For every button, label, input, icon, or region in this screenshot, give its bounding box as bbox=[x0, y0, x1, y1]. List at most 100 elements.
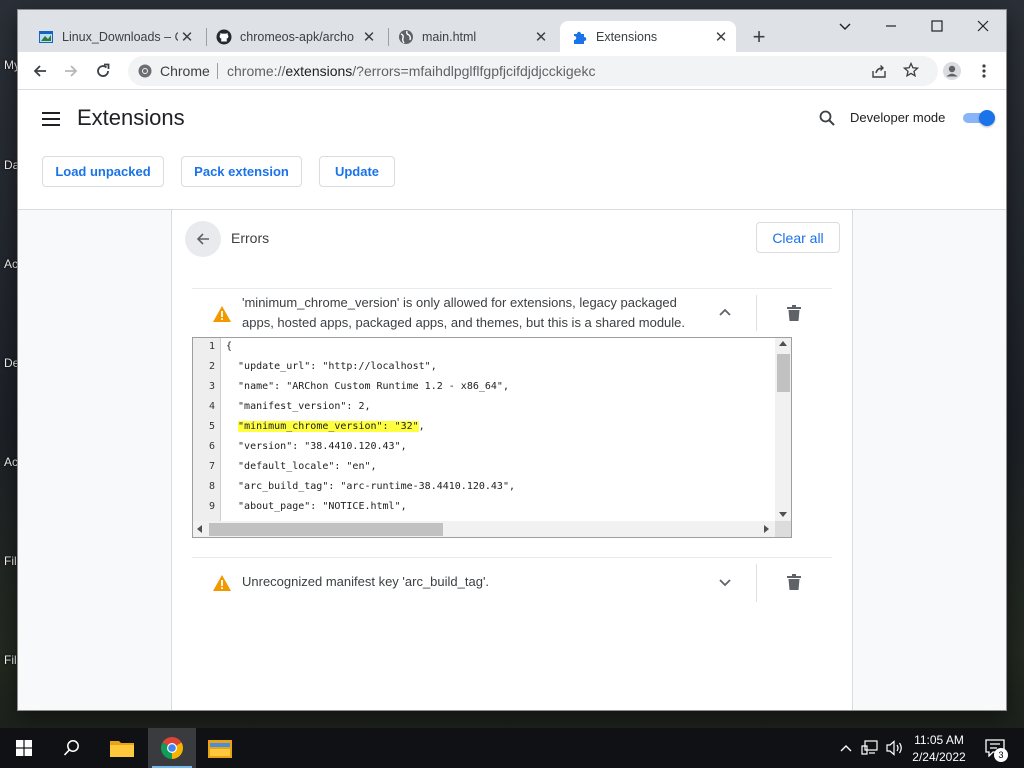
network-button[interactable] bbox=[858, 728, 882, 768]
error-message: Unrecognized manifest key 'arc_build_tag… bbox=[242, 574, 490, 589]
desktop-label[interactable]: Fil bbox=[4, 653, 17, 667]
volume-button[interactable] bbox=[884, 728, 906, 768]
scroll-thumb[interactable] bbox=[209, 523, 443, 536]
chevron-up-icon bbox=[840, 745, 852, 752]
tab-search-button[interactable] bbox=[822, 10, 868, 42]
hamburger-menu-icon[interactable] bbox=[42, 112, 60, 126]
expand-error-button[interactable] bbox=[717, 574, 733, 590]
line-number: 7 bbox=[208, 461, 215, 472]
scroll-left-arrow-icon[interactable] bbox=[197, 525, 202, 533]
search-button[interactable] bbox=[48, 728, 96, 768]
collapse-error-button[interactable] bbox=[717, 305, 733, 321]
new-tab-button[interactable]: + bbox=[746, 24, 772, 50]
windows-taskbar: 11:05 AM 2/24/2022 3 bbox=[0, 728, 1024, 768]
delete-error-button[interactable] bbox=[787, 305, 801, 321]
forward-button[interactable] bbox=[58, 58, 84, 84]
chrome-logo-icon bbox=[138, 64, 152, 83]
line-number: 6 bbox=[208, 441, 215, 452]
action-center-button[interactable]: 3 bbox=[980, 728, 1010, 768]
close-window-button[interactable] bbox=[960, 10, 1006, 42]
scroll-right-arrow-icon[interactable] bbox=[764, 525, 769, 533]
trash-icon bbox=[787, 574, 801, 590]
code-line: "about_page": "NOTICE.html", bbox=[226, 501, 407, 512]
back-button[interactable] bbox=[27, 58, 53, 84]
tab-main-html[interactable]: main.html ✕ bbox=[390, 21, 556, 52]
folder-icon bbox=[110, 741, 134, 757]
desktop-label[interactable]: Ac bbox=[4, 257, 18, 271]
code-line: "name": "ARChon Custom Runtime 1.2 - x86… bbox=[226, 381, 509, 392]
divider bbox=[756, 564, 757, 602]
line-number: 1 bbox=[208, 341, 215, 352]
show-hidden-icons-button[interactable] bbox=[836, 728, 856, 768]
minimize-icon bbox=[886, 25, 896, 27]
code-line: "default_locale": "en", bbox=[226, 461, 377, 472]
kebab-menu-icon bbox=[982, 64, 986, 78]
errors-heading: Errors bbox=[231, 230, 270, 246]
manifest-code-viewer[interactable]: 1 {2 "update_url": "http://localhost", 3 "… bbox=[192, 337, 792, 538]
scroll-up-arrow-icon[interactable] bbox=[779, 341, 787, 346]
desktop-label[interactable]: Ac bbox=[4, 455, 18, 469]
tab-title: chromeos-apk/archo bbox=[240, 29, 354, 44]
back-to-extension-button[interactable] bbox=[185, 221, 221, 257]
tab-title: main.html bbox=[422, 29, 477, 44]
minimize-button[interactable] bbox=[868, 10, 914, 42]
tab-chromeos-apk[interactable]: chromeos-apk/archo ✕ bbox=[208, 21, 384, 52]
maximize-icon bbox=[931, 20, 943, 32]
url-prefix: chrome:// bbox=[227, 63, 286, 79]
pack-extension-button[interactable]: Pack extension bbox=[181, 156, 302, 187]
developer-mode-label: Developer mode bbox=[850, 110, 946, 125]
code-line: "update_url": "http://localhost", bbox=[226, 361, 437, 372]
search-icon[interactable] bbox=[819, 110, 835, 131]
chevron-down-icon bbox=[839, 23, 851, 30]
url-rest: /?errors=mfaihdlpglflfgpfjcifdjdjcckigek… bbox=[352, 63, 596, 79]
scroll-down-arrow-icon[interactable] bbox=[779, 512, 787, 517]
load-unpacked-button[interactable]: Load unpacked bbox=[42, 156, 164, 187]
arrow-left-icon bbox=[196, 233, 209, 245]
close-icon[interactable]: ✕ bbox=[712, 28, 730, 46]
vertical-scrollbar[interactable] bbox=[775, 338, 791, 521]
url-text: chrome://extensions/?errors=mfaihdlpglfl… bbox=[227, 63, 595, 79]
chrome-taskbar-button[interactable] bbox=[148, 728, 196, 768]
profile-button[interactable] bbox=[939, 58, 965, 84]
error-item: Unrecognized manifest key 'arc_build_tag… bbox=[192, 557, 832, 605]
tab-title: Linux_Downloads – O bbox=[62, 29, 178, 44]
page-title: Extensions bbox=[77, 105, 185, 130]
close-icon[interactable]: ✕ bbox=[178, 28, 196, 46]
tab-linux-downloads[interactable]: Linux_Downloads – O ✕ bbox=[30, 21, 202, 52]
warning-icon bbox=[212, 305, 232, 323]
address-bar[interactable]: Chrome chrome://extensions/?errors=mfaih… bbox=[128, 56, 938, 86]
chrome-icon bbox=[161, 737, 183, 759]
maximize-button[interactable] bbox=[914, 10, 960, 42]
update-button[interactable]: Update bbox=[319, 156, 395, 187]
tab-title: Extensions bbox=[596, 29, 658, 44]
close-icon[interactable]: ✕ bbox=[360, 28, 378, 46]
share-icon[interactable] bbox=[871, 63, 887, 84]
code-line: "manifest_version": 2, bbox=[226, 401, 371, 412]
close-icon bbox=[977, 20, 989, 32]
arrow-left-icon bbox=[33, 65, 46, 77]
tab-strip: Linux_Downloads – O ✕ chromeos-apk/archo… bbox=[18, 10, 1006, 52]
window-icon bbox=[38, 29, 54, 45]
bookmark-star-icon[interactable] bbox=[902, 61, 920, 83]
browser-window: Linux_Downloads – O ✕ chromeos-apk/archo… bbox=[18, 10, 1006, 710]
line-number: 9 bbox=[208, 501, 215, 512]
file-explorer-button[interactable] bbox=[98, 728, 146, 768]
extensions-page: Extensions Developer mode Load unpacked … bbox=[18, 90, 1006, 710]
error-item: 'minimum_chrome_version' is only allowed… bbox=[192, 288, 832, 556]
file-manager-button[interactable] bbox=[196, 728, 244, 768]
start-button[interactable] bbox=[0, 728, 48, 768]
reload-button[interactable] bbox=[90, 58, 116, 84]
tab-separator bbox=[206, 28, 207, 46]
site-label: Chrome bbox=[160, 63, 210, 79]
developer-mode-toggle[interactable] bbox=[963, 110, 995, 126]
delete-error-button[interactable] bbox=[787, 574, 801, 590]
system-clock[interactable]: 11:05 AM 2/24/2022 bbox=[906, 732, 972, 766]
close-icon[interactable]: ✕ bbox=[532, 28, 550, 46]
desktop-label[interactable]: Fil bbox=[4, 554, 17, 568]
tab-extensions[interactable]: Extensions ✕ bbox=[560, 21, 736, 52]
horizontal-scrollbar[interactable] bbox=[193, 521, 775, 537]
clear-all-button[interactable]: Clear all bbox=[756, 222, 840, 253]
scroll-thumb[interactable] bbox=[777, 354, 790, 392]
chrome-menu-button[interactable] bbox=[971, 58, 997, 84]
extensions-header: Extensions Developer mode Load unpacked … bbox=[18, 90, 1006, 210]
